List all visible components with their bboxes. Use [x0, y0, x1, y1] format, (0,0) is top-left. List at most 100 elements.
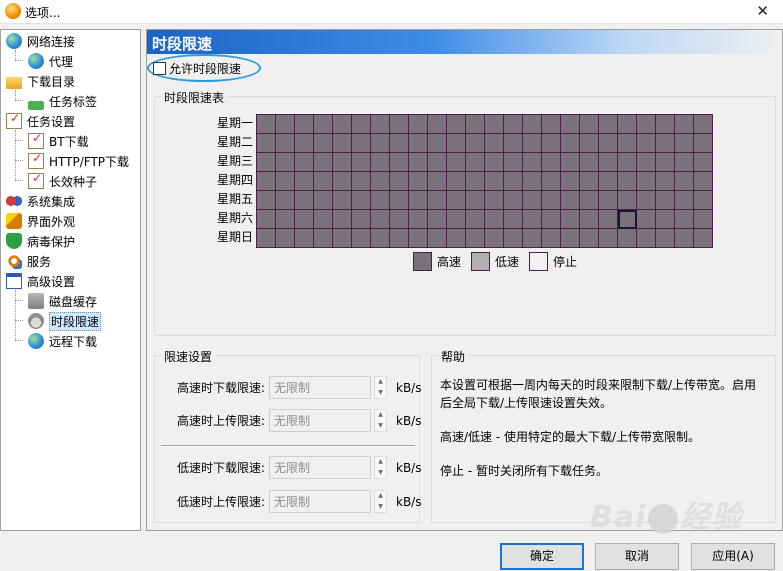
- schedule-cell[interactable]: [542, 134, 561, 153]
- schedule-cell[interactable]: [447, 134, 466, 153]
- schedule-cell[interactable]: [561, 134, 580, 153]
- low-download-limit-input[interactable]: [269, 456, 371, 479]
- schedule-cell[interactable]: [485, 229, 504, 248]
- sidebar-item-speed-schedule[interactable]: 时段限速: [28, 311, 102, 331]
- low-upload-limit-stepper[interactable]: ▲ ▼: [374, 490, 387, 513]
- schedule-cell[interactable]: [333, 134, 352, 153]
- sidebar-item-network[interactable]: 网络连接: [6, 32, 75, 50]
- schedule-cell[interactable]: [675, 134, 694, 153]
- schedule-cell[interactable]: [333, 153, 352, 172]
- schedule-cell[interactable]: [314, 191, 333, 210]
- schedule-cell[interactable]: [295, 229, 314, 248]
- high-download-limit-stepper[interactable]: ▲ ▼: [374, 376, 387, 399]
- schedule-cell[interactable]: [637, 172, 656, 191]
- schedule-cell[interactable]: [428, 115, 447, 134]
- schedule-cell[interactable]: [257, 210, 276, 229]
- sidebar-item-task-settings[interactable]: 任务设置: [6, 111, 75, 130]
- schedule-cell[interactable]: [314, 153, 333, 172]
- schedule-cell[interactable]: [485, 153, 504, 172]
- schedule-cell[interactable]: [314, 115, 333, 134]
- schedule-cell[interactable]: [523, 191, 542, 210]
- schedule-cell[interactable]: [352, 115, 371, 134]
- schedule-cell[interactable]: [352, 229, 371, 248]
- schedule-cell[interactable]: [466, 172, 485, 191]
- schedule-cell[interactable]: [466, 134, 485, 153]
- schedule-cell[interactable]: [257, 115, 276, 134]
- schedule-cell[interactable]: [371, 210, 390, 229]
- schedule-cell[interactable]: [656, 229, 675, 248]
- schedule-cell[interactable]: [618, 153, 637, 172]
- sidebar-item-integration[interactable]: 系统集成: [6, 192, 75, 210]
- schedule-cell[interactable]: [675, 229, 694, 248]
- schedule-cell[interactable]: [428, 191, 447, 210]
- spin-up-icon[interactable]: ▲: [375, 457, 386, 468]
- schedule-cell[interactable]: [466, 210, 485, 229]
- schedule-cell[interactable]: [504, 191, 523, 210]
- schedule-cell[interactable]: [599, 134, 618, 153]
- schedule-cell[interactable]: [352, 172, 371, 191]
- schedule-cell[interactable]: [371, 172, 390, 191]
- schedule-cell[interactable]: [409, 191, 428, 210]
- sidebar-item-remote-download[interactable]: 远程下载: [28, 332, 97, 350]
- sidebar-item-bt[interactable]: BT下载: [28, 131, 89, 150]
- apply-button[interactable]: 应用(A): [691, 543, 775, 570]
- schedule-cell[interactable]: [371, 115, 390, 134]
- schedule-cell[interactable]: [561, 172, 580, 191]
- schedule-cell[interactable]: [561, 229, 580, 248]
- ok-button[interactable]: 确定: [500, 543, 584, 570]
- close-icon[interactable]: ✕: [756, 2, 769, 20]
- sidebar-item-disk-cache[interactable]: 磁盘缓存: [28, 292, 97, 310]
- sidebar-item-download-dir[interactable]: 下载目录: [6, 72, 75, 90]
- schedule-cell[interactable]: [504, 134, 523, 153]
- schedule-cell[interactable]: [295, 210, 314, 229]
- spin-up-icon[interactable]: ▲: [375, 377, 386, 388]
- schedule-cell[interactable]: [694, 229, 713, 248]
- schedule-cell[interactable]: [523, 229, 542, 248]
- schedule-cell[interactable]: [504, 210, 523, 229]
- schedule-cell[interactable]: [656, 172, 675, 191]
- schedule-cell[interactable]: [675, 210, 694, 229]
- schedule-cell[interactable]: [504, 153, 523, 172]
- schedule-cell[interactable]: [447, 153, 466, 172]
- schedule-cell[interactable]: [447, 229, 466, 248]
- schedule-cell[interactable]: [580, 210, 599, 229]
- schedule-cell[interactable]: [618, 229, 637, 248]
- schedule-cell[interactable]: [428, 172, 447, 191]
- schedule-cell[interactable]: [257, 191, 276, 210]
- schedule-cell[interactable]: [637, 115, 656, 134]
- schedule-cell[interactable]: [447, 172, 466, 191]
- schedule-cell[interactable]: [428, 210, 447, 229]
- sidebar-item-seeds[interactable]: 长效种子: [28, 171, 97, 190]
- schedule-cell[interactable]: [276, 229, 295, 248]
- schedule-cell[interactable]: [618, 191, 637, 210]
- schedule-cell[interactable]: [352, 153, 371, 172]
- schedule-cell[interactable]: [523, 172, 542, 191]
- schedule-cell[interactable]: [542, 191, 561, 210]
- high-upload-limit-stepper[interactable]: ▲ ▼: [374, 409, 387, 432]
- sidebar-item-services[interactable]: 服务: [6, 252, 51, 270]
- schedule-cell[interactable]: [694, 115, 713, 134]
- schedule-cell[interactable]: [314, 172, 333, 191]
- schedule-cell[interactable]: [466, 115, 485, 134]
- schedule-cell[interactable]: [333, 115, 352, 134]
- enable-schedule-checkbox[interactable]: [153, 62, 166, 75]
- schedule-cell[interactable]: [637, 153, 656, 172]
- schedule-cell[interactable]: [694, 210, 713, 229]
- schedule-cell[interactable]: [542, 172, 561, 191]
- schedule-cell[interactable]: [599, 115, 618, 134]
- spin-down-icon[interactable]: ▼: [375, 388, 386, 399]
- schedule-cell[interactable]: [694, 172, 713, 191]
- schedule-cell[interactable]: [447, 210, 466, 229]
- schedule-cell[interactable]: [637, 229, 656, 248]
- schedule-cell[interactable]: [523, 153, 542, 172]
- schedule-cell[interactable]: [409, 229, 428, 248]
- schedule-cell[interactable]: [485, 210, 504, 229]
- schedule-cell[interactable]: [276, 115, 295, 134]
- schedule-cell[interactable]: [314, 134, 333, 153]
- schedule-cell[interactable]: [352, 210, 371, 229]
- schedule-cell[interactable]: [257, 153, 276, 172]
- schedule-cell[interactable]: [371, 134, 390, 153]
- sidebar-item-antivirus[interactable]: 病毒保护: [6, 232, 75, 250]
- sidebar-item-appearance[interactable]: 界面外观: [6, 212, 75, 230]
- schedule-cell[interactable]: [485, 172, 504, 191]
